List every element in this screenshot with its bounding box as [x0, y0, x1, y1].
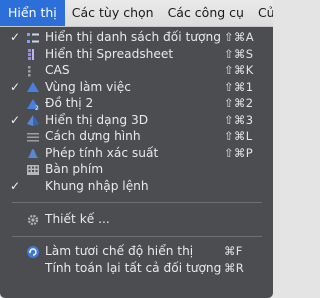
checkmark-icon: ✓ [10, 178, 21, 193]
menu-item-algebra-view[interactable]: ✓ Hiển thị danh sách đối tượng ⇧⌘A [0, 29, 273, 46]
menu-item-label: Hiển thị dạng 3D [45, 112, 149, 127]
menu-item-cas[interactable]: CAS ⇧⌘K [0, 62, 273, 79]
menu-item-shortcut: ⇧⌘2 [224, 96, 254, 110]
algebra-view-icon [26, 31, 40, 45]
menu-item-label: Đồ thị 2 [45, 96, 94, 110]
menu-item-shortcut: ⇧⌘K [224, 63, 254, 77]
menu-item-shortcut: ⇧⌘1 [224, 79, 254, 94]
menu-item-shortcut: ⇧⌘A [224, 30, 254, 44]
menu-item-shortcut: ⇧⌘L [224, 129, 253, 143]
menu-view[interactable]: Hiển thị [0, 0, 65, 26]
menu-item-label: Bàn phím [45, 162, 104, 176]
menu-item-label: Làm tươi chế độ hiển thị [45, 244, 194, 258]
menu-item-recompute-all[interactable]: Tính toán lại tất cả đối tượng ⌘R [0, 260, 273, 277]
menu-item-label: Hiển thị danh sách đối tượng [45, 30, 221, 44]
menu-item-3d-graphics[interactable]: ✓ Hiển thị dạng 3D ⇧⌘3 [0, 112, 273, 129]
menu-options[interactable]: Các tùy chọn [65, 0, 161, 26]
menu-item-keyboard[interactable]: Bàn phím [0, 161, 273, 178]
menu-separator [12, 202, 262, 203]
menu-item-shortcut: ⇧⌘P [224, 145, 253, 160]
menu-window[interactable]: Cử [251, 0, 273, 26]
keyboard-icon [26, 163, 40, 177]
spreadsheet-icon [26, 47, 40, 61]
menu-item-graphics-2[interactable]: 2 Đồ thị 2 ⇧⌘2 [0, 95, 273, 112]
menu-tools[interactable]: Các công cụ [161, 0, 251, 26]
menu-item-label: Tính toán lại tất cả đối tượng [45, 260, 222, 275]
menu-item-shortcut: ⌘R [224, 260, 245, 275]
cas-icon [26, 64, 40, 78]
menu-item-shortcut: ⇧⌘3 [224, 112, 254, 127]
view-dropdown-menu: ✓ Hiển thị danh sách đối tượng ⇧⌘A Hiển … [0, 27, 273, 298]
menu-item-label: Khung nhập lệnh [45, 178, 149, 193]
menu-item-label: CAS [45, 63, 70, 77]
probability-calculator-icon [26, 146, 40, 160]
menu-item-shortcut: ⇧⌘S [224, 46, 254, 61]
gear-icon [26, 213, 40, 227]
menu-item-label: Thiết kế ... [45, 212, 110, 226]
menu-item-construction-protocol[interactable]: Cách dựng hình ⇧⌘L [0, 128, 273, 145]
construction-protocol-icon [26, 130, 40, 144]
graphics-view-icon [26, 80, 40, 94]
checkmark-icon: ✓ [10, 79, 21, 94]
checkmark-icon: ✓ [10, 112, 21, 127]
refresh-icon [26, 245, 40, 259]
menu-item-label: Phép tính xác suất [45, 145, 159, 160]
menu-item-refresh-views[interactable]: Làm tươi chế độ hiển thị ⌘F [0, 243, 273, 260]
menu-item-label: Hiển thị Spreadsheet [45, 46, 174, 61]
checkmark-icon: ✓ [10, 30, 21, 44]
menu-item-label: Vùng làm việc [45, 79, 131, 94]
menu-item-input-bar[interactable]: ✓ Khung nhập lệnh [0, 178, 273, 195]
menu-item-probability-calculator[interactable]: Phép tính xác suất ⇧⌘P [0, 145, 273, 162]
svg-text:2: 2 [35, 105, 39, 111]
graphics-3d-icon [26, 113, 40, 127]
menu-item-layout[interactable]: Thiết kế ... [0, 211, 273, 228]
menu-item-shortcut: ⌘F [224, 244, 243, 258]
graphics-2-icon: 2 [26, 97, 40, 112]
menu-item-label: Cách dựng hình [45, 129, 141, 143]
menu-item-graphics-view[interactable]: ✓ Vùng làm việc ⇧⌘1 [0, 79, 273, 96]
menu-separator [12, 236, 262, 237]
menu-bar: Hiển thị Các tùy chọn Các công cụ Cử [0, 0, 273, 27]
menu-item-spreadsheet[interactable]: Hiển thị Spreadsheet ⇧⌘S [0, 46, 273, 63]
